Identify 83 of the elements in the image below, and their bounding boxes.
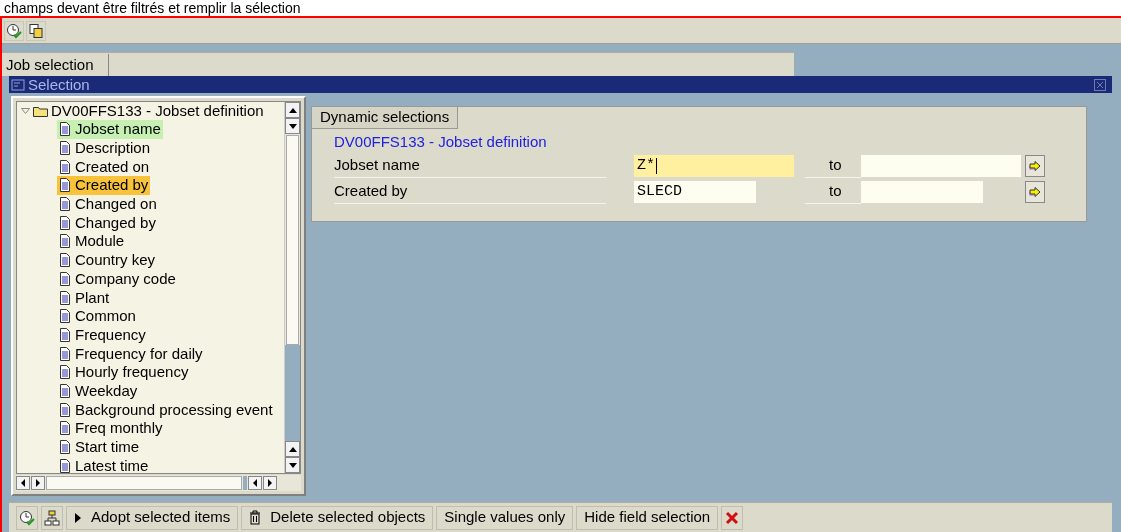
- field-label: Created by: [334, 180, 606, 204]
- document-icon: [59, 440, 71, 455]
- scroll-left-icon[interactable]: [16, 476, 30, 490]
- document-icon: [59, 253, 71, 268]
- tree-item[interactable]: Company code: [57, 269, 178, 289]
- dialog-title: Selection: [28, 76, 90, 93]
- tree-item[interactable]: Freq monthly: [57, 419, 165, 438]
- document-icon: [59, 290, 71, 305]
- scroll-right-icon[interactable]: [31, 476, 45, 490]
- cancel-icon: [725, 510, 740, 525]
- document-icon: [59, 327, 71, 342]
- close-icon[interactable]: [1094, 78, 1106, 91]
- multiple-selection-button[interactable]: [1025, 181, 1045, 203]
- document-icon: [59, 159, 71, 174]
- arrow-icon: [1029, 161, 1041, 171]
- tree-item[interactable]: Created by: [57, 176, 151, 195]
- copy-icon[interactable]: [26, 20, 46, 41]
- document-icon: [59, 383, 71, 398]
- from-field[interactable]: Z*: [634, 155, 794, 177]
- document-icon: [59, 122, 71, 137]
- trash-icon: [249, 510, 262, 525]
- group-title: DV00FFS133 - Jobset definition: [334, 132, 548, 152]
- window-icon: [11, 78, 25, 91]
- tree-node[interactable]: DV00FFS133 - Jobset definition: [51, 102, 264, 123]
- tree-item[interactable]: Country key: [57, 250, 158, 270]
- document-icon: [59, 215, 71, 230]
- tree-item[interactable]: Plant: [57, 288, 112, 307]
- arrow-icon: [1029, 187, 1041, 197]
- tree-item[interactable]: Background processing event: [57, 400, 275, 419]
- vertical-scrollbar[interactable]: [284, 102, 300, 473]
- execute-clock-icon[interactable]: [4, 20, 24, 41]
- folder-icon: [33, 105, 48, 117]
- tree-item[interactable]: Jobset name: [57, 120, 163, 139]
- scroll-down-icon[interactable]: [285, 118, 300, 134]
- tree-item[interactable]: Description: [57, 138, 153, 158]
- document-icon: [59, 458, 71, 473]
- tree-item[interactable]: Changed by: [57, 213, 158, 233]
- tree-item[interactable]: Changed on: [57, 194, 159, 214]
- tree-item[interactable]: Hourly frequency: [57, 362, 191, 382]
- execute-button[interactable]: [16, 505, 38, 530]
- document-icon: [59, 271, 71, 286]
- play-icon: [74, 511, 82, 524]
- tree-item[interactable]: Module: [57, 232, 127, 251]
- field-label: Jobset name: [334, 154, 606, 178]
- document-icon: [59, 141, 71, 156]
- document-icon: [59, 402, 71, 417]
- scroll-left-icon[interactable]: [248, 476, 262, 490]
- panel-title: Dynamic selections: [312, 107, 459, 129]
- toolbar-button[interactable]: Hide field selection: [576, 505, 719, 530]
- tree-item[interactable]: Frequency for daily: [57, 344, 205, 363]
- cancel-button[interactable]: [721, 505, 744, 530]
- caption-text: champs devant être filtrés et remplir la sélection: [4, 0, 301, 16]
- tree-item[interactable]: Latest time: [57, 456, 151, 473]
- tree-item[interactable]: Created on: [57, 157, 152, 177]
- scroll-down-icon[interactable]: [285, 457, 300, 473]
- toolbar-button[interactable]: Delete selected objects: [241, 505, 434, 530]
- hierarchy-icon: [44, 509, 60, 526]
- tree-item[interactable]: Frequency: [57, 325, 148, 345]
- to-field[interactable]: [861, 181, 983, 203]
- collapse-icon[interactable]: [21, 108, 30, 114]
- document-icon: [59, 421, 71, 436]
- document-icon: [59, 365, 71, 380]
- toolbar-button[interactable]: Adopt selected items: [66, 505, 239, 530]
- to-field[interactable]: [861, 155, 1021, 177]
- scroll-thumb[interactable]: [286, 135, 299, 345]
- document-icon: [59, 178, 71, 193]
- scroll-up-icon[interactable]: [285, 102, 300, 118]
- document-icon: [59, 234, 71, 249]
- hierarchy-button[interactable]: [41, 505, 63, 530]
- document-icon: [59, 197, 71, 212]
- document-icon: [59, 346, 71, 361]
- multiple-selection-button[interactable]: [1025, 155, 1045, 177]
- document-icon: [59, 309, 71, 324]
- tree-item[interactable]: Weekday: [57, 381, 140, 401]
- from-field[interactable]: SLECD: [634, 181, 756, 203]
- tree-item[interactable]: Common: [57, 306, 138, 326]
- scroll-right-icon[interactable]: [263, 476, 277, 490]
- execute-clock-icon: [19, 509, 35, 526]
- scroll-thumb[interactable]: [46, 476, 242, 490]
- horizontal-scrollbar[interactable]: [16, 475, 301, 491]
- toolbar-button[interactable]: Single values only: [436, 505, 574, 530]
- scroll-up-icon[interactable]: [285, 441, 300, 457]
- tree-item[interactable]: Start time: [57, 437, 142, 457]
